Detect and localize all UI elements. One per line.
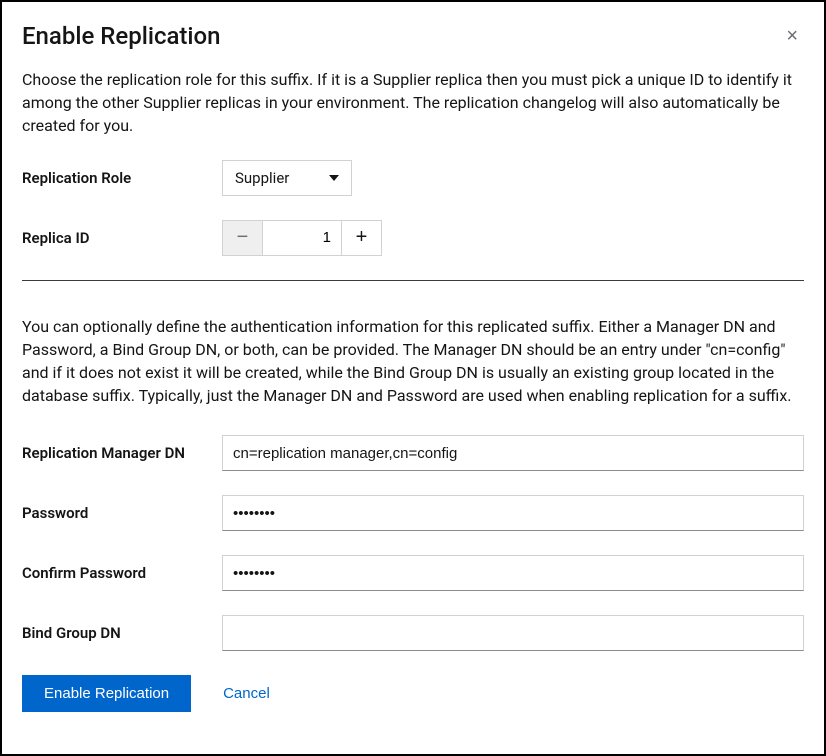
enable-replication-modal: Enable Replication × Choose the replicat… bbox=[0, 0, 826, 756]
row-confirm-password: Confirm Password bbox=[22, 555, 804, 591]
replication-role-select[interactable]: Supplier bbox=[222, 160, 352, 196]
modal-description-1: Choose the replication role for this suf… bbox=[22, 68, 804, 138]
replica-id-stepper: − + bbox=[222, 220, 382, 256]
replica-id-increment-button[interactable]: + bbox=[341, 221, 381, 255]
manager-dn-input[interactable] bbox=[222, 435, 804, 471]
row-bind-group-dn: Bind Group DN bbox=[22, 615, 804, 651]
enable-replication-button[interactable]: Enable Replication bbox=[22, 675, 191, 712]
close-button[interactable]: × bbox=[780, 22, 804, 50]
minus-icon: − bbox=[237, 226, 249, 249]
confirm-password-input[interactable] bbox=[222, 555, 804, 591]
modal-description-2: You can optionally define the authentica… bbox=[22, 315, 804, 408]
row-replication-role: Replication Role Supplier bbox=[22, 160, 804, 196]
close-icon: × bbox=[786, 25, 798, 47]
bind-group-dn-input[interactable] bbox=[222, 615, 804, 651]
label-replication-role: Replication Role bbox=[22, 169, 222, 187]
label-password: Password bbox=[22, 504, 222, 522]
chevron-down-icon bbox=[329, 175, 339, 181]
row-manager-dn: Replication Manager DN bbox=[22, 435, 804, 471]
password-input[interactable] bbox=[222, 495, 804, 531]
label-bind-group-dn: Bind Group DN bbox=[22, 624, 222, 642]
row-replica-id: Replica ID − + bbox=[22, 220, 804, 256]
replica-id-decrement-button[interactable]: − bbox=[223, 221, 263, 255]
label-replica-id: Replica ID bbox=[22, 229, 222, 247]
label-manager-dn: Replication Manager DN bbox=[22, 444, 222, 462]
modal-header: Enable Replication × bbox=[22, 22, 804, 50]
modal-title: Enable Replication bbox=[22, 22, 221, 50]
plus-icon: + bbox=[356, 226, 368, 249]
modal-footer: Enable Replication Cancel bbox=[22, 675, 804, 712]
label-confirm-password: Confirm Password bbox=[22, 564, 222, 582]
cancel-button[interactable]: Cancel bbox=[223, 685, 270, 702]
replication-role-value: Supplier bbox=[235, 169, 329, 187]
row-password: Password bbox=[22, 495, 804, 531]
replica-id-input[interactable] bbox=[263, 221, 341, 255]
section-divider bbox=[22, 280, 804, 281]
